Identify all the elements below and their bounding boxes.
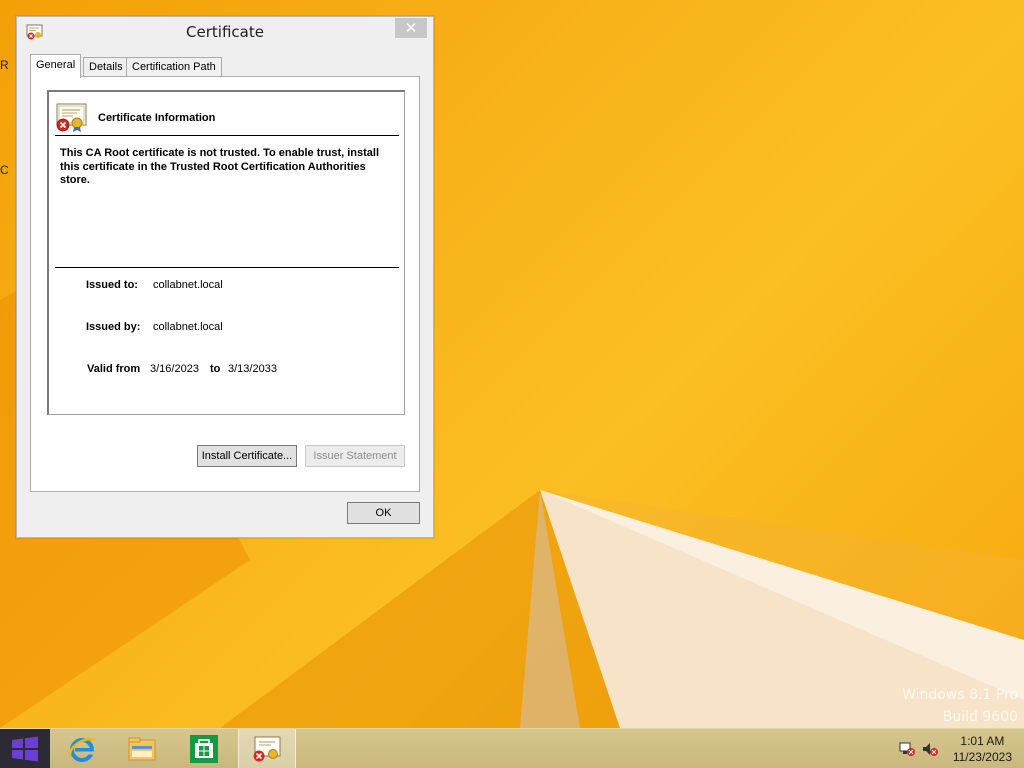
desktop-icon-label[interactable]: R: [0, 58, 16, 72]
divider: [55, 267, 399, 268]
watermark-build: Build 9600: [942, 709, 1018, 725]
tab-certification-path[interactable]: Certification Path: [126, 57, 222, 77]
watermark-edition: Windows 8.1 Pro: [902, 687, 1018, 703]
start-button[interactable]: [0, 729, 50, 768]
issuer-statement-button[interactable]: Issuer Statement: [305, 445, 405, 467]
install-certificate-button[interactable]: Install Certificate...: [197, 445, 297, 467]
certificate-icon: [253, 736, 281, 762]
taskbar-internet-explorer[interactable]: [58, 729, 106, 768]
window-title: Certificate: [186, 23, 264, 41]
windows-watermark: Windows 8.1 Pro Build 9600: [902, 684, 1018, 728]
windows-store-icon: [190, 735, 218, 763]
valid-from-value: 3/16/2023: [150, 363, 199, 375]
general-tab-panel: Certificate Information This CA Root cer…: [30, 76, 420, 492]
desktop-icon-label[interactable]: C: [0, 163, 16, 177]
close-icon: ✕: [404, 19, 418, 37]
ok-button[interactable]: OK: [347, 502, 420, 524]
clock-date: 11/23/2023: [952, 750, 1012, 764]
issued-by-value: collabnet.local: [153, 321, 223, 333]
valid-to-value: 3/13/2033: [228, 363, 277, 375]
taskbar-file-explorer[interactable]: [118, 729, 166, 768]
taskbar-certificate[interactable]: [238, 729, 296, 768]
tab-details[interactable]: Details: [83, 57, 129, 77]
network-icon[interactable]: [898, 741, 916, 757]
close-button[interactable]: ✕: [395, 18, 427, 38]
taskbar: 1:01 AM 11/23/2023: [0, 728, 1024, 768]
certificate-information-heading: Certificate Information: [98, 112, 216, 124]
speaker-muted-icon[interactable]: [921, 741, 939, 757]
certificate-dialog: Certificate ✕ General Details Certificat…: [16, 16, 434, 538]
issued-to-value: collabnet.local: [153, 279, 223, 291]
issued-to-label: Issued to:: [86, 279, 138, 291]
issued-by-label: Issued by:: [86, 321, 141, 333]
file-explorer-icon: [128, 737, 156, 761]
trust-warning-text: This CA Root certificate is not trusted.…: [60, 147, 380, 186]
tray-clock[interactable]: 1:01 AM 11/23/2023: [953, 733, 1012, 765]
taskbar-windows-store[interactable]: [180, 729, 228, 768]
clock-time: 1:01 AM: [960, 734, 1005, 748]
windows-start-icon: [12, 736, 38, 762]
certificate-information-box: Certificate Information This CA Root cer…: [47, 90, 405, 415]
title-bar[interactable]: Certificate ✕: [17, 17, 433, 49]
certificate-untrusted-icon: [56, 103, 87, 132]
internet-explorer-icon: [68, 737, 96, 762]
divider: [55, 135, 399, 136]
valid-to-label: to: [210, 363, 221, 375]
valid-from-label: Valid from: [87, 363, 141, 375]
tab-general[interactable]: General: [30, 54, 82, 78]
